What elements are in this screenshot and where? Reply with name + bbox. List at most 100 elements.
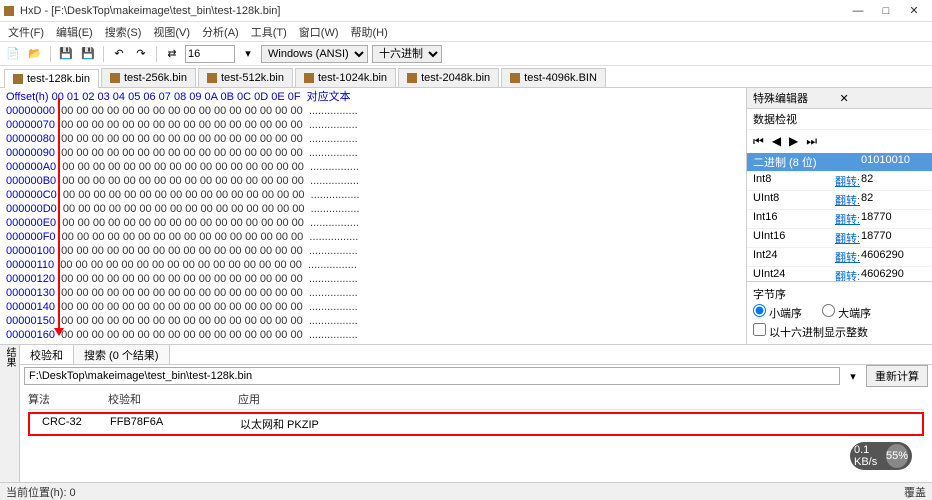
menu-help[interactable]: 帮助(H) [345, 22, 394, 42]
nav-prev-icon[interactable]: ◀ [772, 134, 781, 149]
insp-value: 82 [861, 192, 926, 208]
save-icon[interactable]: 💾 [57, 45, 75, 63]
hex-row[interactable]: 00000160 00 00 00 00 00 00 00 00 00 00 0… [6, 328, 740, 342]
performance-widget: 0.1 KB/s 55% [850, 442, 912, 470]
byte-order-label: 字节序 [753, 286, 926, 302]
flip-link[interactable]: 翻转: [835, 192, 861, 208]
redo-icon[interactable]: ↷ [132, 45, 150, 63]
flip-link[interactable]: 翻转: [835, 173, 861, 189]
big-endian-radio[interactable]: 大端序 [822, 304, 871, 321]
checksum-row[interactable]: CRC-32 FFB78F6A 以太网和 PKZIP [28, 412, 924, 436]
hex-row[interactable]: 00000170 00 00 00 00 00 00 00 00 00 00 0… [6, 342, 740, 344]
hex-row[interactable]: 00000110 00 00 00 00 00 00 00 00 00 00 0… [6, 258, 740, 272]
tab-label: test-256k.bin [124, 72, 187, 84]
inspector-row[interactable]: UInt8翻转:82 [747, 191, 932, 210]
hex-row[interactable]: 00000070 00 00 00 00 00 00 00 00 00 00 0… [6, 118, 740, 132]
inspector-row[interactable]: Int8翻转:82 [747, 172, 932, 191]
menu-search[interactable]: 搜索(S) [99, 22, 148, 42]
hex-row[interactable]: 00000130 00 00 00 00 00 00 00 00 00 00 0… [6, 286, 740, 300]
status-position: 当前位置(h): 0 [6, 484, 76, 500]
tab-label: test-4096k.BIN [524, 72, 597, 84]
search-results-tab[interactable]: 搜索 (0 个结果) [74, 345, 170, 364]
hex-display-checkbox[interactable]: 以十六进制显示整数 [753, 327, 868, 339]
hex-row[interactable]: 000000D0 00 00 00 00 00 00 00 00 00 00 0… [6, 202, 740, 216]
hex-row[interactable]: 000000E0 00 00 00 00 00 00 00 00 00 00 0… [6, 216, 740, 230]
hex-editor[interactable]: Offset(h) 00 01 02 03 04 05 06 07 08 09 … [0, 88, 746, 344]
hex-row[interactable]: 00000120 00 00 00 00 00 00 00 00 00 00 0… [6, 272, 740, 286]
inspector-row[interactable]: UInt16翻转:18770 [747, 229, 932, 248]
flip-link[interactable]: 翻转: [835, 268, 861, 281]
col-algo: 算法 [28, 389, 108, 409]
red-marker-arrow [54, 328, 64, 336]
app-value: 以太网和 PKZIP [240, 416, 360, 432]
open-icon[interactable]: 📂 [26, 45, 44, 63]
window-title: HxD - [F:\DeskTop\makeimage\test_bin\tes… [18, 5, 844, 17]
dropdown-icon[interactable]: ▾ [239, 45, 257, 63]
insp-value: 4606290 [861, 249, 926, 265]
algo-value: CRC-32 [30, 416, 110, 432]
hex-row[interactable]: 00000000 00 00 00 00 00 00 00 00 00 00 0… [6, 104, 740, 118]
path-input[interactable] [24, 367, 840, 385]
hex-row[interactable]: 000000C0 00 00 00 00 00 00 00 00 00 00 0… [6, 188, 740, 202]
menu-file[interactable]: 文件(F) [2, 22, 50, 42]
hex-row[interactable]: 00000090 00 00 00 00 00 00 00 00 00 00 0… [6, 146, 740, 160]
path-dropdown-icon[interactable]: ▾ [844, 367, 862, 385]
insp-type-label: UInt16 [753, 230, 835, 246]
menu-analyze[interactable]: 分析(A) [196, 22, 245, 42]
inspector-row[interactable]: 二进制 (8 位)01010010 [747, 153, 932, 172]
new-icon[interactable]: 📄 [4, 45, 22, 63]
hex-row[interactable]: 00000080 00 00 00 00 00 00 00 00 00 00 0… [6, 132, 740, 146]
tab-label: test-1024k.bin [318, 72, 387, 84]
little-endian-radio[interactable]: 小端序 [753, 304, 802, 321]
nav-first-icon[interactable]: ⏮ [753, 134, 764, 149]
insp-type-label: UInt24 [753, 268, 835, 281]
file-icon [510, 73, 520, 83]
inspector-close-icon[interactable]: ✕ [840, 92, 927, 105]
insp-value: 82 [861, 173, 926, 189]
close-button[interactable]: ✕ [900, 1, 928, 21]
hex-row[interactable]: 00000150 00 00 00 00 00 00 00 00 00 00 0… [6, 314, 740, 328]
nav-last-icon[interactable]: ⏭ [806, 134, 817, 149]
flip-link[interactable]: 翻转: [835, 249, 861, 265]
inspector-row[interactable]: Int24翻转:4606290 [747, 248, 932, 267]
hex-row[interactable]: 00000140 00 00 00 00 00 00 00 00 00 00 0… [6, 300, 740, 314]
menu-tools[interactable]: 工具(T) [245, 22, 293, 42]
file-tab-5[interactable]: test-4096k.BIN [501, 68, 606, 87]
row-btn[interactable]: ⇄ [163, 45, 181, 63]
flip-link[interactable]: 翻转: [835, 211, 861, 227]
recalculate-button[interactable]: 重新计算 [866, 365, 928, 387]
undo-icon[interactable]: ↶ [110, 45, 128, 63]
hex-row[interactable]: 000000A0 00 00 00 00 00 00 00 00 00 00 0… [6, 160, 740, 174]
file-tab-2[interactable]: test-512k.bin [198, 68, 293, 87]
hex-row[interactable]: 000000F0 00 00 00 00 00 00 00 00 00 00 0… [6, 230, 740, 244]
file-icon [207, 73, 217, 83]
menu-edit[interactable]: 编辑(E) [50, 22, 99, 42]
maximize-button[interactable]: □ [872, 1, 900, 21]
app-icon [4, 6, 14, 16]
inspector-row[interactable]: UInt24翻转:4606290 [747, 267, 932, 281]
minimize-button[interactable]: — [844, 1, 872, 21]
checksum-tab[interactable]: 校验和 [20, 345, 74, 364]
nav-next-icon[interactable]: ▶ [789, 134, 798, 149]
insp-type-label: Int16 [753, 211, 835, 227]
base-select[interactable]: 十六进制 [372, 45, 442, 63]
status-mode: 覆盖 [904, 484, 926, 500]
file-tab-1[interactable]: test-256k.bin [101, 68, 196, 87]
inspector-row[interactable]: Int16翻转:18770 [747, 210, 932, 229]
file-tab-4[interactable]: test-2048k.bin [398, 68, 499, 87]
results-side-label: 结果 [0, 345, 20, 496]
saveall-icon[interactable]: 💾 [79, 45, 97, 63]
insp-value: 18770 [861, 211, 926, 227]
encoding-select[interactable]: Windows (ANSI) [261, 45, 368, 63]
file-tab-0[interactable]: test-128k.bin [4, 69, 99, 88]
flip-link[interactable]: 翻转: [835, 230, 861, 246]
hex-row[interactable]: 000000B0 00 00 00 00 00 00 00 00 00 00 0… [6, 174, 740, 188]
file-icon [304, 73, 314, 83]
hex-row[interactable]: 00000100 00 00 00 00 00 00 00 00 00 00 0… [6, 244, 740, 258]
insp-type-label: Int24 [753, 249, 835, 265]
file-icon [110, 73, 120, 83]
menu-view[interactable]: 视图(V) [147, 22, 196, 42]
file-tab-3[interactable]: test-1024k.bin [295, 68, 396, 87]
menu-window[interactable]: 窗口(W) [293, 22, 345, 42]
bytes-per-row-input[interactable] [185, 45, 235, 63]
